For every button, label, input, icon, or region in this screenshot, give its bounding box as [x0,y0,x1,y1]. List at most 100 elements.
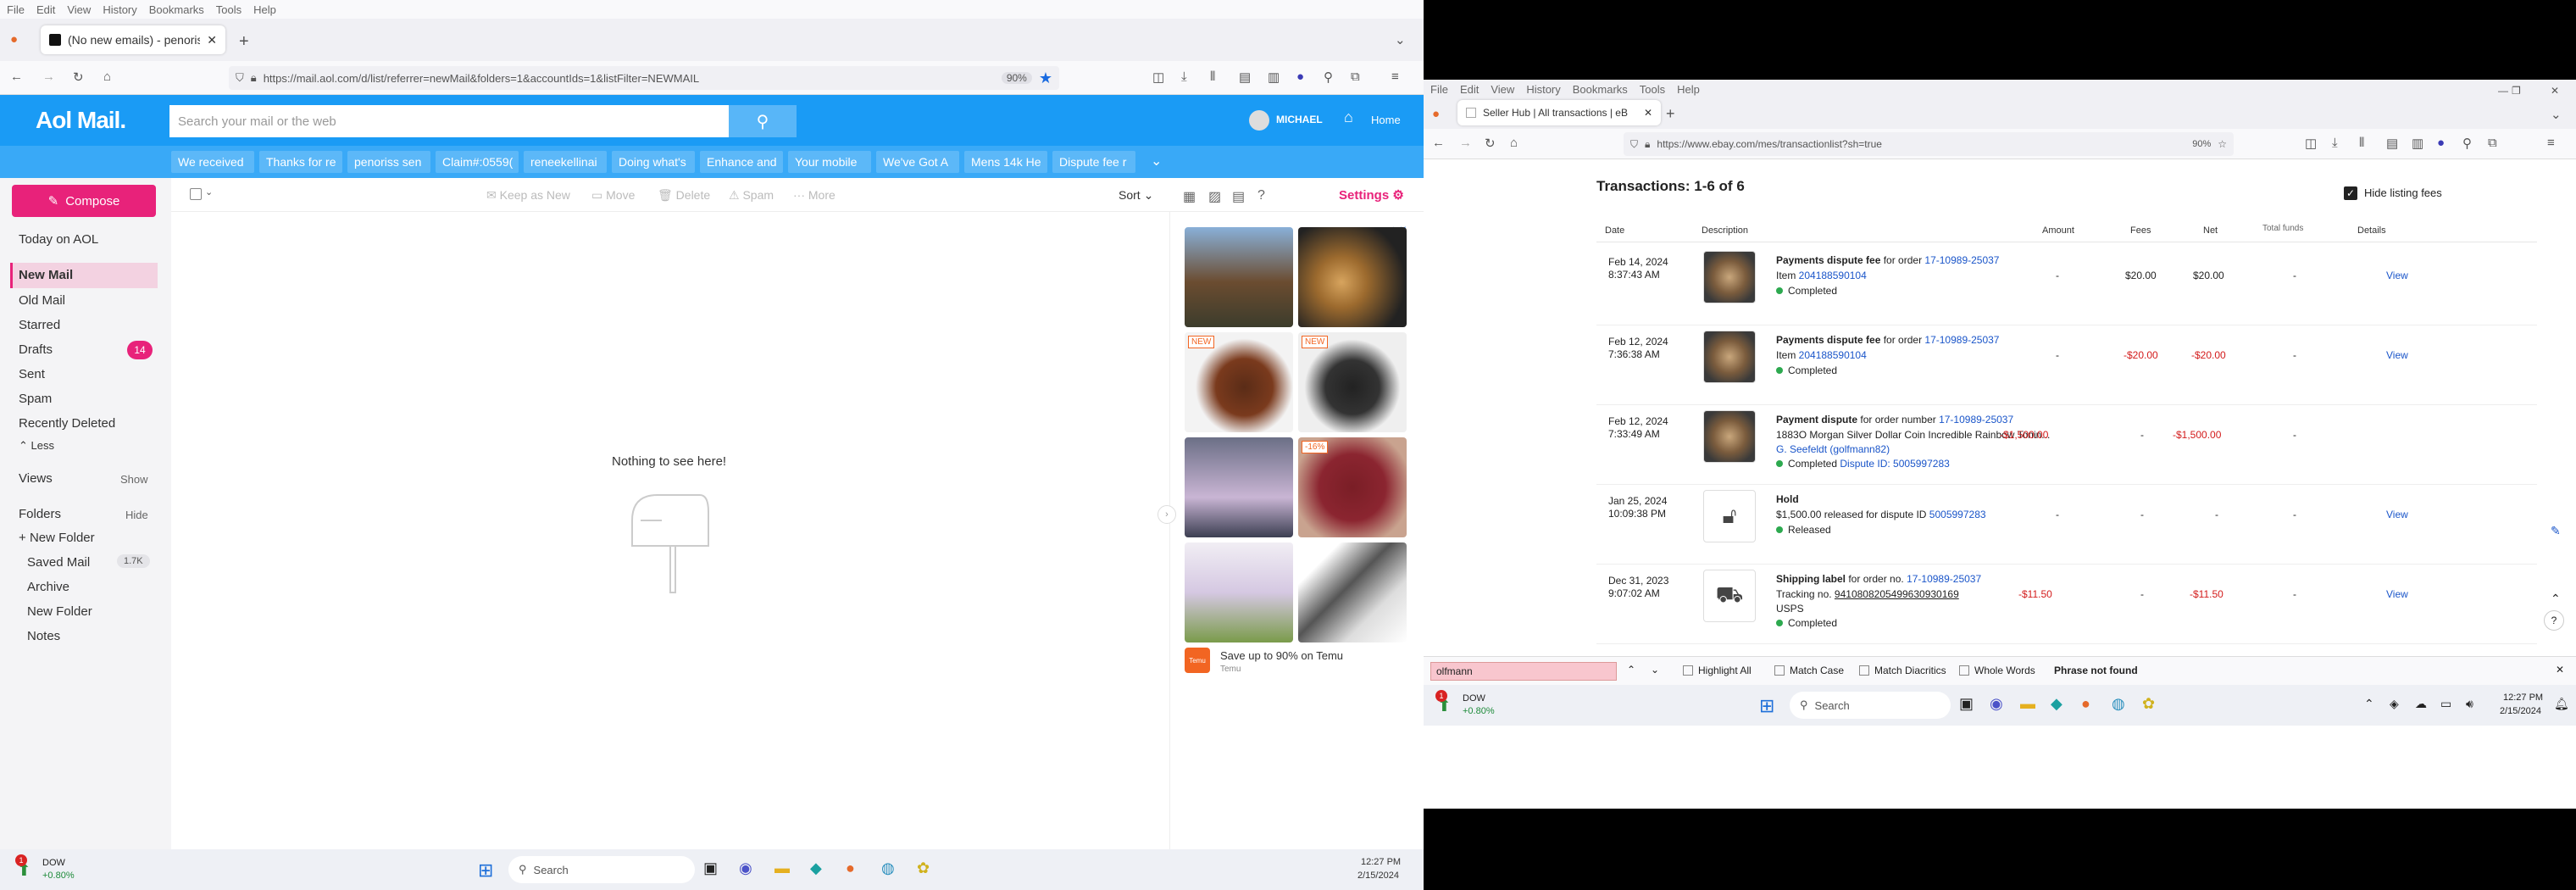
tray-volume-icon[interactable]: 🔊︎ [2466,697,2473,711]
tab-ebay[interactable]: Seller Hub | All transactions | eB ✕ [1457,100,1661,125]
chevron-down-icon[interactable]: ⌄ [1151,153,1162,170]
teams-icon[interactable]: ◉ [739,859,752,877]
folders-hide-toggle[interactable]: Hide [125,509,148,521]
view-link[interactable]: View [2386,349,2408,361]
extensions-icon[interactable]: ⧉ [1351,70,1360,84]
file-explorer-icon[interactable]: ▬ [774,859,790,877]
firefox-taskbar-icon[interactable]: ● [2081,695,2090,713]
ad-image-shed[interactable] [1185,227,1293,327]
chip[interactable]: We received [171,151,254,173]
chevron-right-icon[interactable]: › [1158,505,1176,524]
item-link[interactable]: 204188590104 [1799,270,1867,281]
search-button[interactable]: ⚲ [729,105,797,137]
order-link[interactable]: 17-10989-25037 [1924,254,1999,266]
menu-view[interactable]: View [67,3,91,16]
view-link[interactable]: View [2386,270,2408,281]
taskbar-search[interactable]: ⚲ Search [508,856,695,883]
clock-time[interactable]: 12:27 PM [1361,857,1401,867]
extension-icon[interactable]: ● [2437,136,2445,150]
task-view-icon[interactable]: ▣ [1959,695,1974,713]
clock-time[interactable]: 12:27 PM [2503,693,2543,703]
less-toggle[interactable]: ⌃ Less [19,439,54,453]
sidebar-item-recently-deleted[interactable]: Recently Deleted [19,416,115,431]
spam-button[interactable]: ⚠ Spam [729,188,774,203]
chip[interactable]: Your mobile [788,151,871,173]
menu-help[interactable]: Help [1677,83,1700,96]
sidebar-item-new-folder[interactable]: New Folder [27,604,92,619]
sidebar-item-notes[interactable]: Notes [27,629,60,643]
menu-edit[interactable]: Edit [36,3,55,16]
menu-bookmarks[interactable]: Bookmarks [1573,83,1628,96]
firefox-icon[interactable]: ● [1432,107,1440,121]
scroll-top-icon[interactable]: ⌃ [2551,592,2561,606]
ad-image-tool[interactable] [1298,542,1407,642]
layout-icon[interactable]: ▦ [1183,188,1196,205]
library-icon[interactable]: ⫴ [1210,70,1215,84]
sidebar-item-archive[interactable]: Archive [27,580,69,594]
home-link[interactable]: Home [1371,114,1401,126]
whole-words-checkbox[interactable] [1959,665,1969,676]
chip[interactable]: penoriss sen [347,151,430,173]
order-link[interactable]: 17-10989-25037 [1907,573,1981,585]
extension-icon[interactable]: ● [1296,70,1304,84]
chip[interactable]: Enhance and [700,151,783,173]
menu-bookmarks[interactable]: Bookmarks [149,3,204,16]
dispute-id-link[interactable]: 5005997283 [1929,509,1986,520]
back-icon[interactable]: ← [10,70,23,84]
browser-taskbar-icon[interactable]: ◍ [881,859,895,877]
views-show-toggle[interactable]: Show [120,473,148,486]
app2-taskbar-icon[interactable]: ✿ [2142,695,2155,713]
windows-start-icon[interactable]: ⊞ [1759,695,1774,717]
file-explorer-icon[interactable]: ▬ [2020,695,2035,713]
chip[interactable]: Dispute fee r [1052,151,1135,173]
feedback-icon[interactable]: ✎ [2551,524,2561,538]
chip[interactable]: We've Got A [876,151,959,173]
chip[interactable]: Claim#:0559( [436,151,519,173]
sidebar-item-saved-mail[interactable]: Saved Mail [27,555,90,570]
browser-taskbar-icon[interactable]: ◍ [2112,695,2125,713]
avatar[interactable] [1249,110,1269,131]
coin-thumbnail[interactable] [1703,410,1756,463]
ad-image-pizza[interactable] [1298,227,1407,327]
find-next-icon[interactable]: ⌄ [1651,664,1659,676]
back-icon[interactable]: ← [1432,136,1445,150]
pocket-icon[interactable]: ◫ [2305,136,2317,151]
temu-logo[interactable]: Temu [1185,648,1210,673]
windows-start-icon[interactable]: ⊞ [478,859,493,882]
ad-image-drying-rack[interactable] [1185,542,1293,642]
search-ext-icon[interactable]: ⚲ [2462,136,2472,151]
select-all-checkbox[interactable] [190,188,202,200]
sidebar-item-starred[interactable]: Starred [19,318,60,332]
download-icon[interactable]: ⤓ [1181,70,1187,84]
find-input[interactable]: olfmann [1430,662,1617,681]
hide-fees-checkbox[interactable]: ✓ [2344,186,2357,200]
sidebar-item-spam[interactable]: Spam [19,392,52,406]
find-prev-icon[interactable]: ⌃ [1627,664,1635,676]
chip[interactable]: Doing what's [612,151,695,173]
view-link[interactable]: View [2386,509,2408,520]
maximize-icon[interactable]: ❐ [2512,85,2521,97]
close-find-icon[interactable]: ✕ [2556,664,2564,676]
app-menu-icon[interactable]: ≡ [1391,70,1399,84]
tray-network-icon[interactable]: ▭ [2440,697,2451,711]
ad-image-binoculars[interactable]: NEW [1298,332,1407,432]
aol-logo[interactable]: Aol Mail. [36,107,126,134]
forward-icon[interactable]: → [42,70,55,84]
tray-chevron-icon[interactable]: ⌃ [2364,697,2374,711]
match-diacritics-checkbox[interactable] [1859,665,1869,676]
close-window-icon[interactable]: ✕ [2551,85,2559,97]
menu-help[interactable]: Help [253,3,276,16]
zoom-level[interactable]: 90% [1001,72,1032,84]
tab-aol-mail[interactable]: (No new emails) - penoriss@a ✕ [41,25,225,54]
list-tabs-icon[interactable]: ⌄ [1395,32,1406,47]
reader-icon[interactable]: ▥ [1268,70,1280,85]
highlight-all-checkbox[interactable] [1683,665,1693,676]
today-on-aol[interactable]: Today on AOL [19,232,98,247]
chevron-down-icon[interactable]: ⌄ [205,186,213,197]
ad-image-sofa[interactable]: -16% [1298,437,1407,537]
library-icon[interactable]: ⫴ [2359,136,2364,150]
close-tab-icon[interactable]: ✕ [1644,107,1652,119]
clock-date[interactable]: 2/15/2024 [1357,871,1399,881]
taskbar-search[interactable]: ⚲ Search [1790,692,1951,719]
chip[interactable]: Mens 14k He [964,151,1047,173]
